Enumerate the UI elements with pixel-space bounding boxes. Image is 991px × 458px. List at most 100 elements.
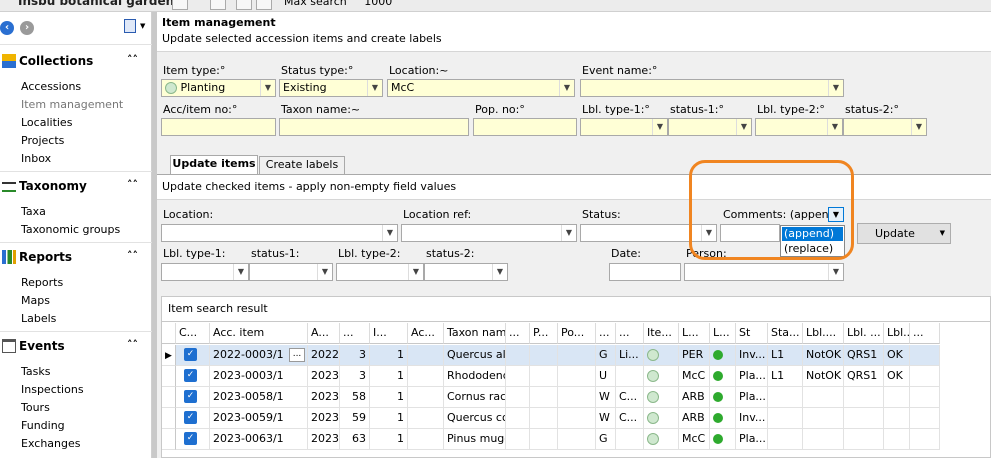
column-header[interactable]: Ac... <box>408 323 444 344</box>
grid-cell[interactable]: NotOK <box>803 345 844 366</box>
chevron-down-icon[interactable]: ▼ <box>828 264 843 280</box>
location-select[interactable]: McC ▼ <box>387 79 575 97</box>
grid-cell[interactable] <box>530 429 558 450</box>
status-1-select[interactable]: ▼ <box>668 118 752 136</box>
status-cell[interactable] <box>710 408 736 429</box>
grid-cell[interactable]: Quercus alba <box>444 345 506 366</box>
grid-cell[interactable]: 2023 <box>308 408 340 429</box>
column-header[interactable]: Lbl.... <box>803 323 844 344</box>
chevron-down-icon[interactable]: ▼ <box>828 80 843 96</box>
sidebar-item-localities[interactable]: Localities <box>21 116 72 129</box>
grid-cell[interactable]: Inv... <box>736 345 768 366</box>
more-options-button[interactable]: ... <box>289 348 305 362</box>
grid-cell[interactable] <box>506 429 530 450</box>
grid-cell[interactable]: QRS1 <box>844 366 884 387</box>
grid-cell[interactable]: 1 <box>370 366 408 387</box>
grid-cell[interactable]: Quercus coc... <box>444 408 506 429</box>
grid-cell[interactable] <box>884 408 910 429</box>
status-type-select[interactable]: Existing ▼ <box>279 79 383 97</box>
grid-cell[interactable]: C... <box>616 408 644 429</box>
grid-cell[interactable] <box>558 408 596 429</box>
status-cell[interactable] <box>710 366 736 387</box>
toolbar-button[interactable] <box>210 0 226 10</box>
grid-cell[interactable] <box>910 366 940 387</box>
item-type-select[interactable]: Planting ▼ <box>161 79 276 97</box>
row-checkbox[interactable]: ✓ <box>176 366 210 387</box>
acc-item-cell[interactable]: 2023-0058/1 <box>210 387 308 408</box>
chevron-down-icon[interactable]: ▼ <box>652 119 667 135</box>
checkbox-checked-icon[interactable]: ✓ <box>184 390 197 403</box>
grid-cell[interactable] <box>506 345 530 366</box>
column-header[interactable]: Taxon name <box>444 323 506 344</box>
sidebar-item-taxa[interactable]: Taxa <box>21 205 46 218</box>
list-view-icon[interactable] <box>124 19 136 33</box>
grid-cell[interactable]: 1 <box>370 429 408 450</box>
sidebar-item-exchanges[interactable]: Exchanges <box>21 437 80 450</box>
grid-cell[interactable]: L1 <box>768 345 803 366</box>
lbl-type-1-select[interactable]: ▼ <box>580 118 668 136</box>
item-type-cell[interactable] <box>644 387 679 408</box>
acc-item-no-input[interactable] <box>161 118 276 136</box>
grid-cell[interactable] <box>530 345 558 366</box>
grid-cell[interactable]: 63 <box>340 429 370 450</box>
grid-cell[interactable] <box>408 366 444 387</box>
grid-cell[interactable]: Cornus race... <box>444 387 506 408</box>
sidebar-item-reports[interactable]: Reports <box>21 276 63 289</box>
sidebar-item-accessions[interactable]: Accessions <box>21 80 81 93</box>
column-header[interactable]: ... <box>340 323 370 344</box>
sidebar-item-tours[interactable]: Tours <box>21 401 50 414</box>
grid-cell[interactable] <box>408 345 444 366</box>
grid-cell[interactable]: 58 <box>340 387 370 408</box>
chevron-down-icon[interactable]: ▼ <box>559 80 574 96</box>
grid-cell[interactable] <box>558 387 596 408</box>
collapse-icon[interactable]: ˄˄ <box>127 53 138 66</box>
column-header[interactable]: P... <box>530 323 558 344</box>
status-cell[interactable] <box>710 429 736 450</box>
grid-cell[interactable] <box>558 366 596 387</box>
column-header[interactable]: ... <box>910 323 940 344</box>
chevron-down-icon[interactable]: ▼ <box>140 22 145 30</box>
grid-cell[interactable]: Inv... <box>736 408 768 429</box>
grid-cell[interactable]: 1 <box>370 408 408 429</box>
column-header[interactable]: ... <box>616 323 644 344</box>
grid-cell[interactable]: L1 <box>768 366 803 387</box>
acc-item-cell[interactable]: 2023-0003/1 <box>210 366 308 387</box>
column-header[interactable]: ... <box>596 323 616 344</box>
chevron-down-icon[interactable]: ▼ <box>827 119 842 135</box>
grid-cell[interactable]: 1 <box>370 387 408 408</box>
column-header[interactable]: Acc. item <box>210 323 308 344</box>
column-header[interactable]: Po... <box>558 323 596 344</box>
update-location-select[interactable]: ▼ <box>161 224 398 242</box>
collapse-icon[interactable]: ˄˄ <box>127 249 138 262</box>
chevron-down-icon[interactable]: ▼ <box>408 264 423 280</box>
column-header[interactable]: Lbl. ... <box>844 323 884 344</box>
grid-cell[interactable]: Pla... <box>736 387 768 408</box>
column-header[interactable]: Lbl.... <box>884 323 910 344</box>
chevron-down-icon[interactable]: ▼ <box>317 264 332 280</box>
grid-cell[interactable]: Pinus mugo ... <box>444 429 506 450</box>
acc-item-cell[interactable]: 2023-0059/1 <box>210 408 308 429</box>
update-status-1-select[interactable]: ▼ <box>249 263 333 281</box>
chevron-down-icon[interactable]: ▼ <box>367 80 382 96</box>
grid-cell[interactable]: 2023 <box>308 387 340 408</box>
chevron-down-icon[interactable]: ▼ <box>911 119 926 135</box>
grid-cell[interactable] <box>616 366 644 387</box>
grid-cell[interactable]: Pla... <box>736 366 768 387</box>
sidebar-item-inbox[interactable]: Inbox <box>21 152 51 165</box>
sidebar-item-projects[interactable]: Projects <box>21 134 64 147</box>
grid-cell[interactable]: McC <box>679 429 710 450</box>
column-header[interactable]: St <box>736 323 768 344</box>
item-type-cell[interactable] <box>644 408 679 429</box>
chevron-down-icon[interactable]: ▼ <box>260 80 275 96</box>
grid-cell[interactable] <box>506 408 530 429</box>
taxon-name-input[interactable] <box>279 118 469 136</box>
grid-cell[interactable] <box>844 387 884 408</box>
sidebar-item-funding[interactable]: Funding <box>21 419 65 432</box>
grid-cell[interactable]: 3 <box>340 366 370 387</box>
update-button[interactable]: Update ▼ <box>857 223 951 244</box>
grid-cell[interactable]: G <box>596 345 616 366</box>
person-select[interactable]: ▼ <box>684 263 844 281</box>
grid-cell[interactable]: Pla... <box>736 429 768 450</box>
grid-cell[interactable]: W <box>596 408 616 429</box>
acc-item-cell[interactable]: 2023-0063/1 <box>210 429 308 450</box>
